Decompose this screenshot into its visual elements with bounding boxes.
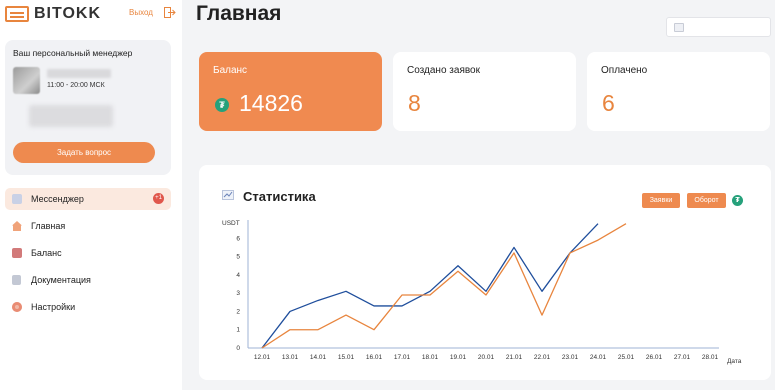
x-tick-label: 25.01 <box>618 354 635 361</box>
y-tick-label: 0 <box>236 345 240 352</box>
paid-label: Оплачено <box>601 65 648 76</box>
sidebar-item-label: Настройки <box>31 302 76 312</box>
x-tick-label: 13.01 <box>282 354 299 361</box>
page-title: Главная <box>196 2 282 25</box>
sidebar-item-label: Документация <box>31 275 91 285</box>
wallet-icon <box>12 248 22 258</box>
y-tick-label: 6 <box>236 235 240 242</box>
paid-card: Оплачено 6 <box>587 52 770 131</box>
sidebar-item-balance[interactable]: Баланс <box>5 242 171 264</box>
messenger-icon <box>12 194 22 204</box>
paid-value: 6 <box>602 90 615 116</box>
unread-badge: +1 <box>153 193 164 204</box>
series-line-orange <box>261 223 627 349</box>
manager-contact-blurred <box>29 105 113 127</box>
x-tick-label: 24.01 <box>590 354 607 361</box>
x-tick-label: 12.01 <box>254 354 271 361</box>
x-tick-label: 20.01 <box>478 354 495 361</box>
created-requests-label: Создано заявок <box>407 65 480 76</box>
statistics-chart: USDT Дата 0 1 2 3 4 5 6 12.01 13.01 14.01 15.01 16… <box>222 220 742 365</box>
y-tick-label: 3 <box>236 290 240 297</box>
logo-text: BITOKK <box>34 5 102 22</box>
y-axis-label: USDT <box>222 220 240 227</box>
x-tick-label: 18.01 <box>422 354 439 361</box>
manager-avatar <box>13 67 40 94</box>
x-tick-label: 28.01 <box>702 354 719 361</box>
x-tick-label: 16.01 <box>366 354 383 361</box>
logout-link[interactable]: Выход <box>129 8 153 17</box>
y-tick-label: 4 <box>236 272 240 279</box>
x-tick-label: 17.01 <box>394 354 411 361</box>
logo: BITOKK Выход <box>5 4 177 24</box>
x-tick-label: 27.01 <box>674 354 691 361</box>
sidebar-nav: Мессенджер +1 Главная Баланс Документаци… <box>5 188 171 323</box>
gear-icon <box>12 302 22 312</box>
manager-hours: 11:00 - 20:00 МСК <box>47 82 105 89</box>
manager-card: Ваш персональный менеджер 11:00 - 20:00 … <box>5 40 171 175</box>
x-axis-label: Дата <box>727 358 742 365</box>
logout-icon[interactable] <box>164 7 176 18</box>
x-tick-label: 15.01 <box>338 354 355 361</box>
tether-icon: ₮ <box>215 98 229 112</box>
sidebar-item-messenger[interactable]: Мессенджер +1 <box>5 188 171 210</box>
home-icon <box>12 221 22 231</box>
sidebar: BITOKK Выход Ваш персональный менеджер 1… <box>0 0 182 390</box>
ask-question-button[interactable]: Задать вопрос <box>13 142 155 163</box>
sidebar-item-label: Мессенджер <box>31 194 84 204</box>
x-tick-label: 26.01 <box>646 354 663 361</box>
created-requests-card: Создано заявок 8 <box>393 52 576 131</box>
sidebar-item-documentation[interactable]: Документация <box>5 269 171 291</box>
created-requests-value: 8 <box>408 90 421 116</box>
y-tick-label: 5 <box>236 254 240 261</box>
y-tick-label: 2 <box>236 308 240 315</box>
x-tick-label: 22.01 <box>534 354 551 361</box>
manager-title: Ваш персональный менеджер <box>13 48 133 58</box>
x-tick-label: 23.01 <box>562 354 579 361</box>
balance-label: Баланс <box>213 65 248 76</box>
calendar-icon <box>674 23 684 32</box>
balance-value: 14826 <box>239 90 303 116</box>
x-tick-label: 19.01 <box>450 354 467 361</box>
logo-mark-icon <box>5 6 29 22</box>
sidebar-item-label: Баланс <box>31 248 62 258</box>
x-tick-label: 14.01 <box>310 354 327 361</box>
date-range-picker[interactable] <box>666 17 771 37</box>
x-tick-label: 21.01 <box>506 354 523 361</box>
sidebar-item-home[interactable]: Главная <box>5 215 171 237</box>
sidebar-item-settings[interactable]: Настройки <box>5 296 171 318</box>
balance-card: Баланс ₮ 14826 <box>199 52 382 131</box>
sidebar-item-label: Главная <box>31 221 66 231</box>
statistics-card: Статистика Заявки Оборот ₮ USDT Дата 012… <box>199 165 771 380</box>
y-tick-label: 1 <box>236 327 240 334</box>
document-icon <box>12 275 21 285</box>
manager-name-blurred <box>47 69 111 78</box>
